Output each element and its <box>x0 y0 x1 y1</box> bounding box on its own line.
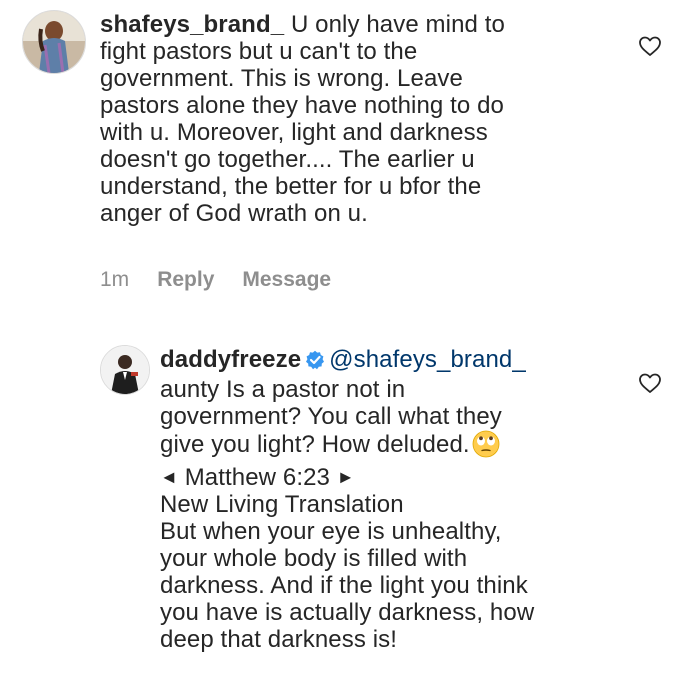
message-button[interactable]: Message <box>242 268 331 292</box>
comment-username[interactable]: daddyfreeze <box>160 346 301 373</box>
mention-link[interactable]: @shafeys_brand_ <box>329 346 526 373</box>
comment-timestamp: 1m <box>100 268 130 291</box>
comments-thread: shafeys_brand_ U only have mind to fight… <box>0 0 696 696</box>
heart-outline-icon[interactable] <box>638 372 662 394</box>
comment-username[interactable]: shafeys_brand_ <box>100 11 284 38</box>
verse-text-line: darkness. And if the light you think <box>160 572 528 599</box>
comment-text-line: understand, the better for u bfor the <box>100 173 482 200</box>
left-arrow-icon: ◄ <box>160 467 178 487</box>
verified-badge-icon <box>305 349 325 376</box>
comment-text-line: with u. Moreover, light and darkness <box>100 119 488 146</box>
comment-text-line: doesn't go together.... The earlier u <box>100 146 475 173</box>
comment-text-line: pastors alone they have nothing to do <box>100 92 504 119</box>
comment-text-line: give you light? How deluded. <box>160 431 470 458</box>
verse-text-line: But when your eye is unhealthy, <box>160 518 502 545</box>
verse-reference: Matthew 6:23 <box>184 464 330 491</box>
comment-actions: 1m Reply Message <box>100 268 331 292</box>
comment-text-line: government. This is wrong. Leave <box>100 65 463 92</box>
comment-text-line: anger of God wrath on u. <box>100 200 368 227</box>
verse-text-line: you have is actually darkness, how <box>160 599 535 626</box>
translation-name: New Living Translation <box>160 491 404 518</box>
avatar[interactable] <box>22 10 86 74</box>
avatar[interactable] <box>100 345 150 395</box>
comment-text-line: fight pastors but u can't to the <box>100 38 418 65</box>
comment-text-line: government? You call what they <box>160 403 502 430</box>
reply-button[interactable]: Reply <box>157 268 214 292</box>
heart-outline-icon[interactable] <box>638 35 662 57</box>
right-arrow-icon: ► <box>336 467 355 487</box>
face-with-rolling-eyes-emoji <box>472 430 500 464</box>
comment-text: U only have mind to <box>290 11 505 38</box>
verse-text-line: deep that darkness is! <box>160 626 398 653</box>
comment-text-line: aunty Is a pastor not in <box>160 376 406 403</box>
verse-text-line: your whole body is filled with <box>160 545 468 572</box>
